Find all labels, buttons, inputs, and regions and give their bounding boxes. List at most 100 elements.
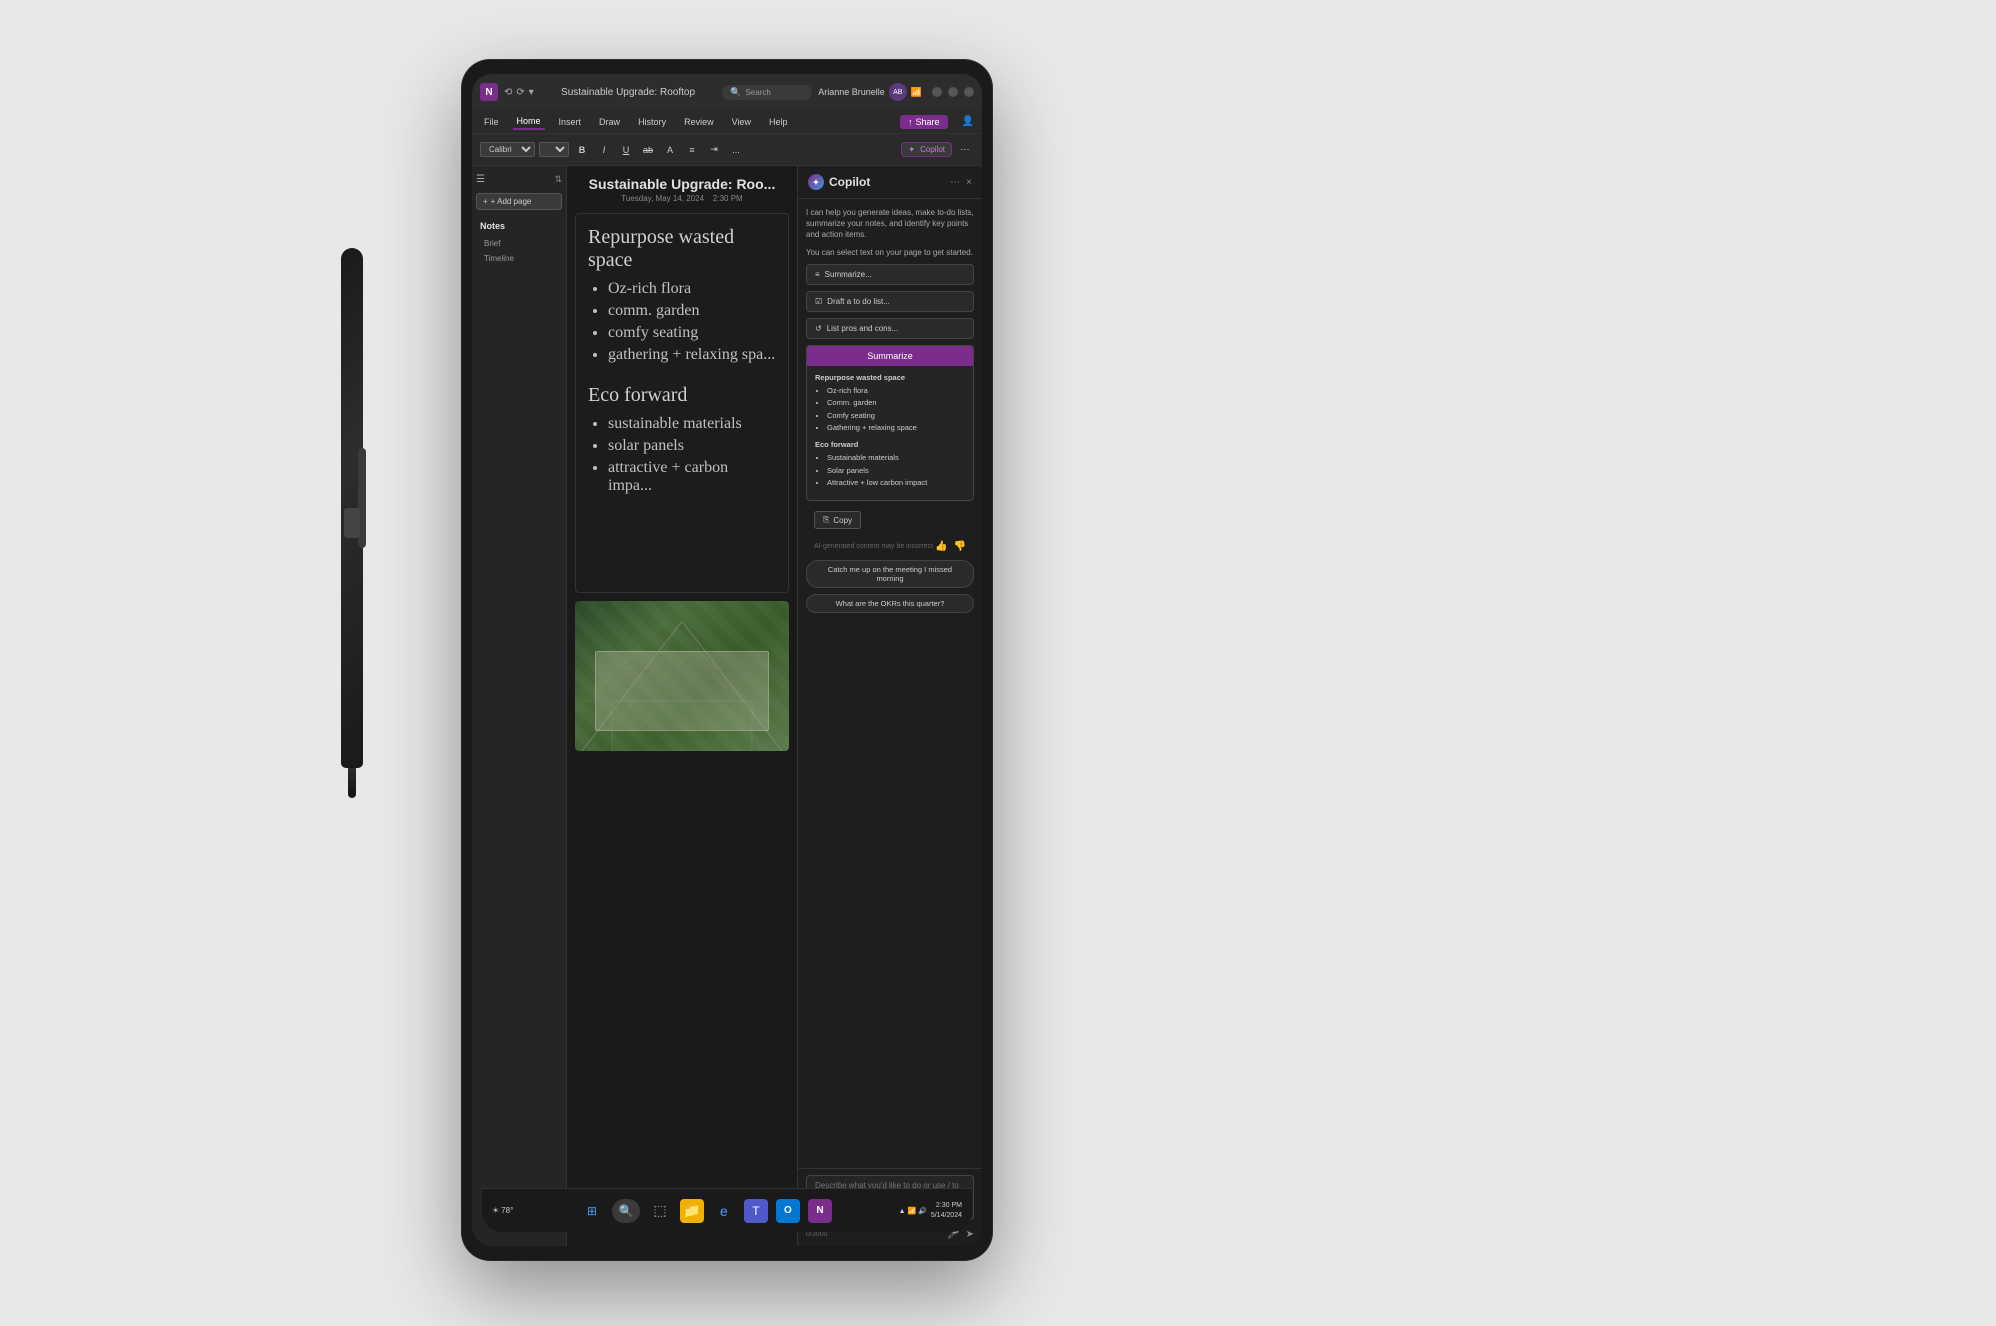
font-size-select[interactable]: 11 [539, 142, 569, 157]
menu-file[interactable]: File [480, 115, 503, 129]
clock: 2:30 PM 5/14/2024 [931, 1201, 962, 1221]
summary-section-1-title: Repurpose wasted space [815, 372, 965, 383]
thumbs-down-button[interactable]: 👎 [954, 541, 966, 552]
maximize-button[interactable]: □ [948, 87, 958, 97]
summary-section-2-title: Eco forward [815, 439, 965, 450]
weather-widget: ☀ 78° [492, 1206, 513, 1215]
user-name: Arianne Brunelle [818, 87, 885, 97]
search-icon: 🔍 [730, 87, 741, 98]
bold-button[interactable]: B [573, 141, 591, 159]
sidebar-menu-icon[interactable]: ☰ [476, 174, 485, 185]
outlook-button[interactable]: O [776, 1199, 800, 1223]
todo-icon: ☑ [815, 297, 822, 306]
list-item: comm. garden [608, 302, 776, 320]
thumbs-up-button[interactable]: 👍 [935, 541, 947, 552]
copy-button[interactable]: ⎘ Copy [814, 511, 861, 529]
teams-button[interactable]: T [744, 1199, 768, 1223]
title-bar-search[interactable]: 🔍 Search [722, 85, 812, 100]
copilot-intro-text: I can help you generate ideas, make to-d… [806, 207, 974, 241]
window-title: Sustainable Upgrade: Rooftop [540, 87, 716, 98]
list-item: comfy seating [608, 324, 776, 342]
list-item: Attractive + low carbon impact [827, 477, 965, 488]
bullet-list-button[interactable]: ≡ [683, 141, 701, 159]
add-page-button[interactable]: + + Add page [476, 193, 562, 210]
handwritten-section-2: Eco forward sustainable materials solar … [588, 384, 776, 495]
suggestion-chip-2[interactable]: What are the OKRs this quarter? [806, 594, 974, 613]
strikethrough-button[interactable]: ab [639, 141, 657, 159]
copilot-more-button[interactable]: ⋯ [950, 177, 960, 188]
window-controls[interactable]: − □ × [932, 87, 974, 97]
taskbar-center: ⊞ 🔍 ⬚ 📁 e T O N [521, 1199, 890, 1223]
list-item: Solar panels [827, 465, 965, 476]
more-options-button[interactable]: ⋯ [956, 141, 974, 159]
more-button[interactable]: ... [727, 141, 745, 159]
sidebar-page-brief[interactable]: Brief [476, 236, 562, 251]
list-item: Comfy seating [827, 410, 965, 421]
ribbon-copilot-button[interactable]: ✦ Copilot [901, 142, 952, 157]
share-button[interactable]: ↑ Share [900, 115, 948, 129]
note-area[interactable]: Sustainable Upgrade: Roo... Tuesday, May… [567, 166, 797, 1246]
copilot-close-button[interactable]: × [966, 177, 972, 188]
file-explorer-button[interactable]: 📁 [680, 1199, 704, 1223]
summarize-result-header: Summarize [807, 346, 973, 366]
feedback-buttons[interactable]: 👍 👎 [935, 541, 966, 552]
taskbar-right: ▲ 📶 🔊 2:30 PM 5/14/2024 [899, 1201, 962, 1221]
sidebar-page-timeline[interactable]: Timeline [476, 251, 562, 266]
menu-review[interactable]: Review [680, 115, 718, 129]
stylus-body [341, 248, 363, 768]
draft-todo-action-button[interactable]: ☑ Draft a to do list... [806, 291, 974, 312]
pros-cons-icon: ↺ [815, 324, 822, 333]
stylus-button [344, 508, 360, 538]
weather-icon: ☀ [492, 1206, 499, 1215]
menu-insert[interactable]: Insert [555, 115, 586, 129]
italic-button[interactable]: I [595, 141, 613, 159]
char-count: 0/3000 [806, 1231, 827, 1238]
list-item: Sustainable materials [827, 452, 965, 463]
profile-icon[interactable]: 👤 [962, 116, 974, 127]
copy-icon: ⎘ [823, 515, 829, 525]
suggestion-chip-1[interactable]: Catch me up on the meeting I missed morn… [806, 560, 974, 588]
share-label: Share [916, 117, 940, 127]
note-header: Sustainable Upgrade: Roo... Tuesday, May… [567, 166, 797, 213]
task-view-button[interactable]: ⬚ [648, 1199, 672, 1223]
title-bar-controls[interactable]: ⟲ ⟳ ▾ [504, 87, 534, 98]
close-button[interactable]: × [964, 87, 974, 97]
summarize-result: Summarize Repurpose wasted space Oz-rich… [806, 345, 974, 501]
menu-help[interactable]: Help [765, 115, 792, 129]
taskbar: ☀ 78° ⊞ 🔍 ⬚ 📁 e T O N ▲ 📶 🔊 [482, 1188, 972, 1232]
edge-browser-button[interactable]: e [712, 1199, 736, 1223]
copilot-header-buttons[interactable]: ⋯ × [950, 177, 972, 188]
list-item: solar panels [608, 437, 776, 455]
menu-bar: File Home Insert Draw History Review Vie… [472, 110, 982, 134]
summarize-action-button[interactable]: ≡ Summarize... [806, 264, 974, 285]
onenote-taskbar-button[interactable]: N [808, 1199, 832, 1223]
menu-draw[interactable]: Draw [595, 115, 624, 129]
search-taskbar-button[interactable]: 🔍 [612, 1199, 640, 1223]
sidebar-sort-icon[interactable]: ⇅ [554, 174, 562, 185]
underline-button[interactable]: U [617, 141, 635, 159]
menu-home[interactable]: Home [513, 114, 545, 130]
add-icon: + [483, 197, 488, 206]
send-button[interactable]: ➤ [966, 1229, 974, 1240]
font-family-select[interactable]: Calibri [480, 142, 535, 157]
pros-cons-action-button[interactable]: ↺ List pros and cons... [806, 318, 974, 339]
note-title: Sustainable Upgrade: Roo... [577, 176, 787, 192]
avatar: AB [889, 83, 907, 101]
title-bar: N ⟲ ⟳ ▾ Sustainable Upgrade: Rooftop 🔍 S… [472, 74, 982, 110]
sidebar: ☰ ⇅ + + Add page Notes Brief Timeline [472, 166, 567, 1246]
sidebar-section-notes: Notes [476, 218, 562, 234]
indent-button[interactable]: ⇥ [705, 141, 723, 159]
handwritten-title-2: Eco forward [588, 384, 776, 407]
stylus-tip [348, 768, 356, 798]
menu-history[interactable]: History [634, 115, 670, 129]
note-date: Tuesday, May 14, 2024 2:30 PM [577, 194, 787, 203]
wifi-icon: 📶 [911, 87, 922, 98]
minimize-button[interactable]: − [932, 87, 942, 97]
windows-start-button[interactable]: ⊞ [580, 1199, 604, 1223]
system-tray[interactable]: ▲ 📶 🔊 [899, 1207, 927, 1215]
highlight-button[interactable]: A [661, 141, 679, 159]
note-image [575, 601, 789, 751]
ai-disclaimer: AI-generated content may be incorrect 👍 … [806, 539, 974, 554]
list-item: Oz-rich flora [827, 385, 965, 396]
menu-view[interactable]: View [728, 115, 755, 129]
